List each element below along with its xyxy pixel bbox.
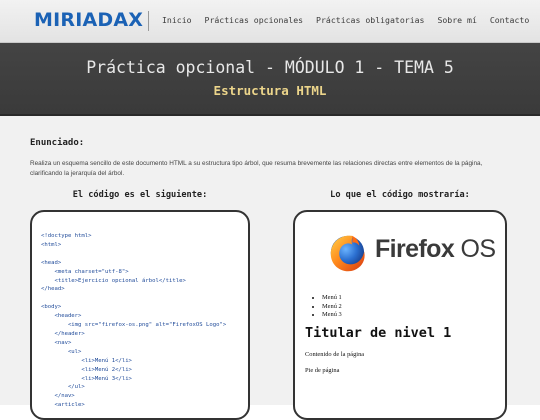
render-heading-1: Titular de nivel 1 [305, 325, 452, 341]
page-title: Práctica opcional - MÓDULO 1 - TEMA 5 [86, 58, 454, 77]
main-nav: Inicio Prácticas opcionales Prácticas ob… [162, 15, 537, 25]
code-line: <!doctype html> [41, 233, 92, 239]
main-content: Enunciado: Realiza un esquema sencillo d… [0, 116, 540, 420]
code-line: </header> [41, 330, 85, 337]
top-navbar: MIRIADAX Inicio Prácticas opcionales Prá… [0, 0, 540, 43]
page-banner: Práctica opcional - MÓDULO 1 - TEMA 5 Es… [0, 43, 540, 116]
code-line: <meta charset="utf-8"> [41, 268, 129, 275]
code-line: <head> [41, 259, 62, 266]
code-line: <img src="firefox-os.png" alt="FirefoxOS… [41, 322, 227, 329]
code-line: </head> [41, 286, 65, 293]
code-line: <ul> [41, 348, 82, 355]
code-line: </ul> [41, 384, 85, 391]
render-menu-item: Menú 2 [322, 303, 342, 312]
code-block: <!doctype html> <html> <head> <meta char… [41, 232, 226, 410]
nav-link-practicas-opcionales[interactable]: Prácticas opcionales [205, 15, 304, 25]
render-menu-item: Menú 3 [322, 311, 342, 320]
code-heading: El código es el siguiente: [72, 190, 208, 200]
render-footer-text: Pie de página [305, 367, 340, 374]
page-subtitle: Estructura HTML [213, 83, 327, 98]
enunciado-text: Realiza un esquema sencillo de este docu… [30, 160, 483, 177]
logo-divider [148, 11, 149, 31]
firefox-os-wordmark: Firefox OS [375, 235, 496, 263]
render-menu-item: Menú 1 [322, 294, 342, 303]
code-line: <html> [41, 241, 62, 248]
nav-link-contacto[interactable]: Contacto [490, 15, 529, 25]
firefox-logo-icon [330, 235, 365, 272]
render-panel: Firefox OS Menú 1 Menú 2 Menú 3 Titular … [293, 210, 507, 420]
render-content-text: Contenido de la página [305, 351, 365, 358]
nav-link-practicas-obligatorias[interactable]: Prácticas obligatorias [316, 15, 424, 25]
code-line: </nav> [41, 393, 75, 400]
render-heading: Lo que el código mostraría: [330, 190, 470, 200]
code-line: <header> [41, 313, 82, 320]
nav-link-sobre-mi[interactable]: Sobre mí [437, 15, 476, 25]
render-menu-list: Menú 1 Menú 2 Menú 3 [305, 294, 342, 320]
code-line: <li>Menú 2</li> [41, 366, 132, 373]
code-line: <article> [41, 402, 85, 409]
code-line: <body> [41, 304, 62, 311]
code-line: <title>Ejercicio opcional árbol</title> [41, 277, 186, 284]
code-line: <li>Menú 3</li> [41, 375, 132, 382]
enunciado-heading: Enunciado: [30, 138, 85, 148]
site-logo[interactable]: MIRIADAX [34, 9, 143, 31]
code-panel: <!doctype html> <html> <head> <meta char… [30, 210, 250, 420]
nav-link-inicio[interactable]: Inicio [162, 15, 192, 25]
code-line: <li>Menú 1</li> [41, 357, 132, 364]
code-line: <nav> [41, 339, 72, 346]
